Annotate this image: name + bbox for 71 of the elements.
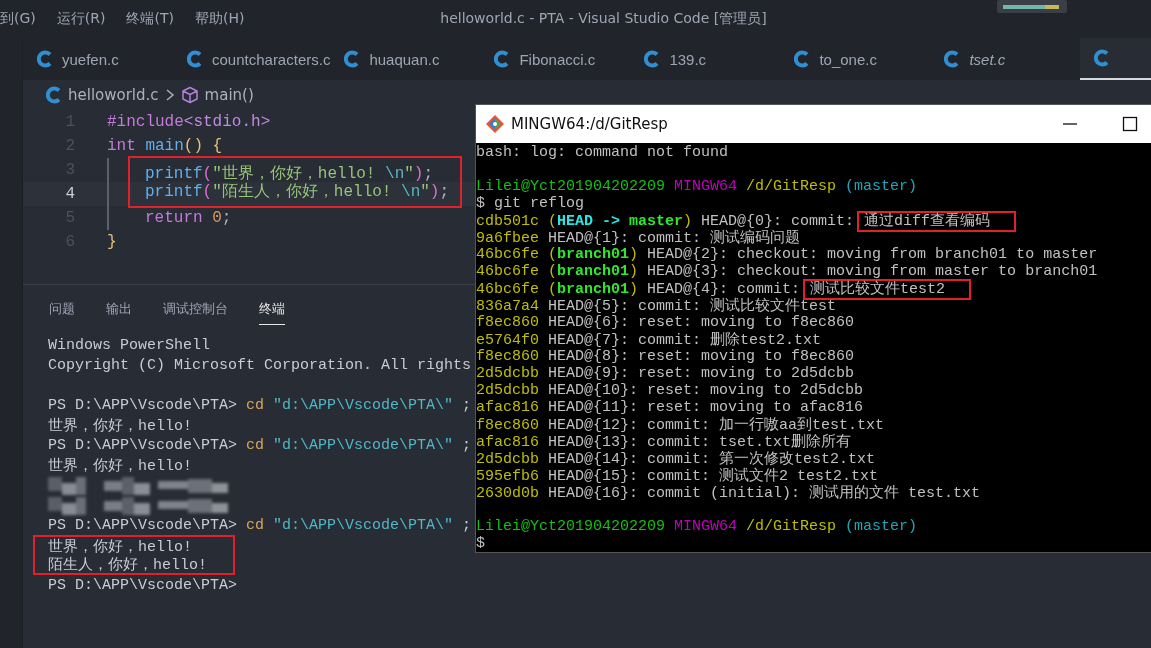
c-file-icon bbox=[944, 50, 961, 68]
terminal-line: afac816 HEAD@{13}: commit: tset.txt删除所有 bbox=[476, 433, 852, 451]
terminal-line: 46bc6fe (branch01) HEAD@{4}: commit: 测试比较文件test2 bbox=[476, 279, 972, 298]
terminal-line: Copyright (C) Microsoft Corporation. All rights bbox=[48, 355, 472, 375]
window-title: helloworld.c - PTA - Visual Studio Code [管理员] bbox=[439, 10, 767, 28]
terminal-line: e5764f0 HEAD@{7}: commit: 删除test2.txt bbox=[476, 331, 822, 349]
terminal-line: PS D:\APP\Vscode\PTA> cd "d:\APP\Vscode\PTA\" ; bbox=[48, 435, 472, 455]
panel-tab[interactable]: 终端 bbox=[259, 293, 285, 325]
editor-tab[interactable]: tset.c bbox=[930, 38, 1081, 80]
c-file-icon bbox=[1094, 49, 1111, 67]
code-line: return 0; bbox=[145, 208, 232, 229]
editor-tab[interactable]: yuefen.c bbox=[23, 38, 173, 80]
terminal-line: PS D:\APP\Vscode\PTA> cd "d:\APP\Vscode\PTA\" ; bbox=[48, 395, 472, 415]
c-file-icon bbox=[494, 50, 511, 68]
breadcrumb-item[interactable]: main() bbox=[204, 86, 254, 104]
menu-item[interactable]: 终端(T) bbox=[126, 10, 174, 28]
terminal-line: 9a6fbee HEAD@{1}: commit: 测试编码问题 bbox=[476, 229, 801, 247]
network-meter-icon bbox=[997, 0, 1067, 13]
terminal-line: 世界，你好，hello! bbox=[48, 416, 192, 435]
editor-tab[interactable]: Fibonacci.c bbox=[480, 38, 631, 80]
c-file-icon bbox=[187, 50, 203, 68]
terminal-line: 2d5dcbb HEAD@{9}: reset: moving to 2d5dcbb bbox=[476, 365, 855, 382]
line-number: 4 bbox=[64, 185, 75, 203]
terminal-line: Windows PowerShell bbox=[48, 335, 211, 355]
terminal-line: 2d5dcbb HEAD@{14}: commit: 第一次修改test2.txt bbox=[476, 450, 876, 468]
editor-tab[interactable]: to_one.c bbox=[780, 38, 931, 80]
terminal-line: f8ec860 HEAD@{12}: commit: 加一行嗷aa到test.txt bbox=[476, 415, 885, 434]
c-file-icon bbox=[644, 50, 661, 68]
c-file-icon bbox=[46, 86, 62, 104]
terminal-line: afac816 HEAD@{11}: reset: moving to afac816 bbox=[476, 399, 864, 416]
code-line: int main() { bbox=[107, 136, 223, 157]
terminal-line: 595efb6 HEAD@{15}: commit: 测试文件2 test2.txt bbox=[476, 466, 879, 485]
editor-tab[interactable]: huaquan.c bbox=[330, 38, 481, 80]
terminal-line: $ bbox=[476, 535, 485, 552]
terminal-line: 世界，你好，hello! bbox=[48, 456, 192, 475]
terminal-line: 2d5dcbb HEAD@{10}: reset: moving to 2d5dcbb bbox=[476, 382, 864, 399]
c-file-icon bbox=[37, 50, 53, 68]
terminal-line: Lilei@Yct201904202209 MINGW64 /d/GitResp (master) bbox=[476, 178, 918, 195]
panel-tab[interactable]: 输出 bbox=[106, 293, 132, 325]
terminal-line: 世界，你好，hello! bbox=[33, 535, 235, 555]
terminal-line: f8ec860 HEAD@{8}: reset: moving to f8ec860 bbox=[476, 348, 855, 365]
terminal-line: PS D:\APP\Vscode\PTA> bbox=[48, 575, 238, 595]
code-line: #include<stdio.h> bbox=[107, 112, 271, 133]
panel-tab[interactable]: 调试控制台 bbox=[163, 293, 228, 325]
c-file-icon bbox=[794, 50, 811, 68]
terminal-line: 836a7a4 HEAD@{5}: commit: 测试比较文件test bbox=[476, 296, 837, 315]
code-line: printf("陌生人，你好，hello! \n"); bbox=[128, 180, 462, 208]
terminal-line: 46bc6fe (branch01) HEAD@{2}: checkout: moving from branch01 to master bbox=[476, 246, 1098, 263]
panel-tab[interactable]: 问题 bbox=[49, 293, 75, 325]
breadcrumb-item[interactable]: helloworld.c bbox=[68, 86, 159, 104]
cube-icon bbox=[180, 86, 199, 104]
maximize-icon[interactable] bbox=[1122, 116, 1138, 132]
terminal-line: bash: log: command not found bbox=[476, 144, 729, 161]
code-line: } bbox=[107, 232, 117, 253]
terminal-line: cdb501c (HEAD -> master) HEAD@{0}: commit: 通过diff查看编码 bbox=[476, 211, 1017, 230]
terminal-line: f8ec860 HEAD@{6}: reset: moving to f8ec860 bbox=[476, 314, 855, 331]
menu-item[interactable]: 运行(R) bbox=[56, 10, 106, 28]
terminal-line: $ git reflog bbox=[476, 195, 585, 212]
menu-item[interactable]: 帮助(H) bbox=[194, 10, 245, 28]
c-file-icon bbox=[344, 50, 361, 68]
terminal-line: 陌生人，你好，hello! bbox=[33, 555, 235, 575]
menu-item[interactable]: 到(G) bbox=[0, 10, 36, 28]
terminal-line: Lilei@Yct201904202209 MINGW64 /d/GitResp (master) bbox=[476, 518, 918, 535]
window-title: MINGW64:/d/GitResp bbox=[511, 115, 668, 133]
terminal-line: 46bc6fe (branch01) HEAD@{3}: checkout: moving from master to branch01 bbox=[476, 263, 1098, 280]
editor-tab[interactable]: 139.c bbox=[630, 38, 781, 80]
git-diamond-icon bbox=[485, 114, 505, 134]
editor-tab[interactable]: countcharacters.c bbox=[173, 38, 331, 80]
terminal-line: 2630d0b HEAD@{16}: commit (initial): 测试用的文件 test.txt bbox=[476, 483, 981, 502]
chevron-icon bbox=[164, 88, 175, 102]
terminal-line: PS D:\APP\Vscode\PTA> cd "d:\APP\Vscode\PTA\" ; bbox=[48, 515, 472, 535]
